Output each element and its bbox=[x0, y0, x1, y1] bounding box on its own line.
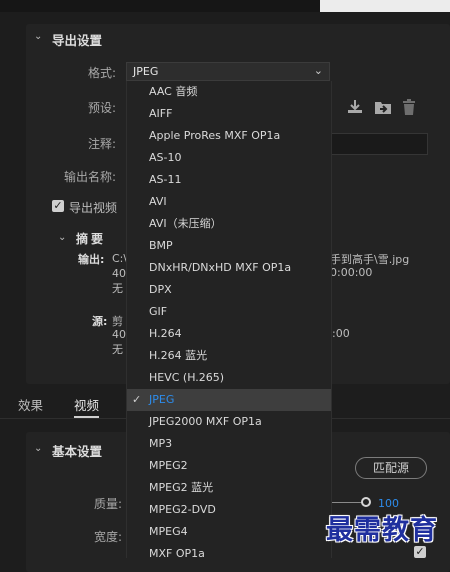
format-option-label: BMP bbox=[149, 239, 173, 252]
format-option[interactable]: MXF OP1a bbox=[127, 543, 331, 558]
format-option-label: GIF bbox=[149, 305, 168, 318]
summary-title: 摘要 bbox=[76, 232, 107, 246]
preset-label: 预设: bbox=[87, 101, 116, 115]
export-video-checkbox[interactable]: ✓ bbox=[52, 200, 64, 212]
format-option[interactable]: JPEG2000 MXF OP1a bbox=[127, 411, 331, 433]
summary-output-label: 输出: bbox=[78, 253, 105, 266]
format-option[interactable]: AIFF bbox=[127, 103, 331, 125]
summary-output-time: 0:00:00 bbox=[330, 266, 373, 279]
format-option-label: JPEG bbox=[149, 393, 175, 406]
format-option-label: JPEG2000 MXF OP1a bbox=[149, 415, 262, 428]
format-label: 格式: bbox=[87, 66, 116, 80]
basic-settings-chevron-icon[interactable]: ⌄ bbox=[34, 443, 42, 454]
format-option-label: AVI bbox=[149, 195, 167, 208]
summary-source-line3: 无 bbox=[112, 343, 123, 356]
match-source-button[interactable]: 匹配源 bbox=[355, 457, 427, 479]
format-option-label: MPEG4 bbox=[149, 525, 188, 538]
format-option[interactable]: BMP bbox=[127, 235, 331, 257]
comment-label: 注释: bbox=[87, 137, 116, 151]
format-option[interactable]: DNxHR/DNxHD MXF OP1a bbox=[127, 257, 331, 279]
format-option-label: HEVC (H.265) bbox=[149, 371, 225, 384]
checkmark-icon: ✓ bbox=[132, 393, 142, 406]
summary-source-line1: 剪 bbox=[112, 315, 123, 328]
summary-output-line3: 无 bbox=[112, 282, 123, 295]
format-option-label: H.264 蓝光 bbox=[149, 349, 208, 362]
format-option[interactable]: H.264 蓝光 bbox=[127, 345, 331, 367]
output-name-label: 输出名称: bbox=[63, 170, 116, 184]
format-option[interactable]: DPX bbox=[127, 279, 331, 301]
format-option-label: MPEG2 bbox=[149, 459, 188, 472]
tab-effects[interactable]: 效果 bbox=[18, 395, 43, 414]
comment-input[interactable] bbox=[318, 133, 428, 155]
format-option[interactable]: MPEG2-DVD bbox=[127, 499, 331, 521]
format-option-label: Apple ProRes MXF OP1a bbox=[149, 129, 281, 142]
format-dropdown-list: AAC 音频 AIFF Apple ProRes MXF OP1a AS-10 AS-1… bbox=[126, 81, 332, 558]
format-option[interactable]: AAC 音频 bbox=[127, 81, 331, 103]
summary-chevron-icon[interactable]: ⌄ bbox=[58, 232, 66, 243]
format-option[interactable]: MPEG2 bbox=[127, 455, 331, 477]
format-option[interactable]: AS-10 bbox=[127, 147, 331, 169]
format-select[interactable]: JPEG ⌄ bbox=[126, 62, 330, 81]
import-preset-icon[interactable] bbox=[374, 100, 392, 115]
format-option-label: AS-11 bbox=[149, 173, 182, 186]
format-option-label: AIFF bbox=[149, 107, 173, 120]
watermark-logo: 最需教育 bbox=[326, 515, 438, 546]
format-option-label: AS-10 bbox=[149, 151, 182, 164]
format-option[interactable]: AVI（未压缩） bbox=[127, 213, 331, 235]
format-option-label: MP3 bbox=[149, 437, 173, 450]
width-link-checkbox[interactable]: ✓ bbox=[414, 546, 426, 558]
summary-source-label: 源: bbox=[92, 315, 108, 328]
export-video-label: 导出视频 bbox=[69, 201, 118, 215]
format-option-label: MPEG2 蓝光 bbox=[149, 481, 214, 494]
window-top-bar bbox=[0, 0, 450, 12]
format-option-label: H.264 bbox=[149, 327, 182, 340]
format-option[interactable]: ✓ JPEG bbox=[127, 389, 331, 411]
basic-settings-title: 基本设置 bbox=[52, 444, 103, 459]
quality-slider-handle[interactable] bbox=[361, 497, 371, 507]
format-option-label: DNxHR/DNxHD MXF OP1a bbox=[149, 261, 292, 274]
format-option[interactable]: HEVC (H.265) bbox=[127, 367, 331, 389]
format-option-label: DPX bbox=[149, 283, 172, 296]
format-select-value: JPEG bbox=[133, 65, 159, 78]
format-option-label: MXF OP1a bbox=[149, 547, 205, 558]
format-option-label: MPEG2-DVD bbox=[149, 503, 216, 516]
checkmark-icon: ✓ bbox=[53, 199, 63, 212]
format-option-label: AVI（未压缩） bbox=[149, 217, 222, 230]
format-option[interactable]: MPEG4 bbox=[127, 521, 331, 543]
format-option[interactable]: H.264 bbox=[127, 323, 331, 345]
collapse-chevron-icon[interactable]: ⌄ bbox=[34, 31, 42, 42]
format-option-label: AAC 音频 bbox=[149, 85, 198, 98]
format-option[interactable]: MP3 bbox=[127, 433, 331, 455]
tab-video[interactable]: 视频 bbox=[74, 395, 100, 418]
save-preset-icon[interactable] bbox=[347, 100, 363, 114]
format-option[interactable]: Apple ProRes MXF OP1a bbox=[127, 125, 331, 147]
top-bar-light-area bbox=[320, 0, 450, 12]
format-option[interactable]: AVI bbox=[127, 191, 331, 213]
quality-label: 质量: bbox=[93, 497, 122, 511]
format-option[interactable]: GIF bbox=[127, 301, 331, 323]
format-option[interactable]: MPEG2 蓝光 bbox=[127, 477, 331, 499]
summary-source-time: :00 bbox=[332, 327, 350, 340]
output-name-value: 手到高手\雪.jpg bbox=[330, 253, 410, 266]
summary-output-path: C:\ bbox=[112, 252, 128, 265]
export-settings-title: 导出设置 bbox=[52, 33, 103, 48]
format-option[interactable]: AS-11 bbox=[127, 169, 331, 191]
chevron-down-icon: ⌄ bbox=[313, 64, 323, 77]
delete-preset-icon[interactable] bbox=[402, 99, 416, 115]
width-label: 宽度: bbox=[93, 530, 122, 544]
